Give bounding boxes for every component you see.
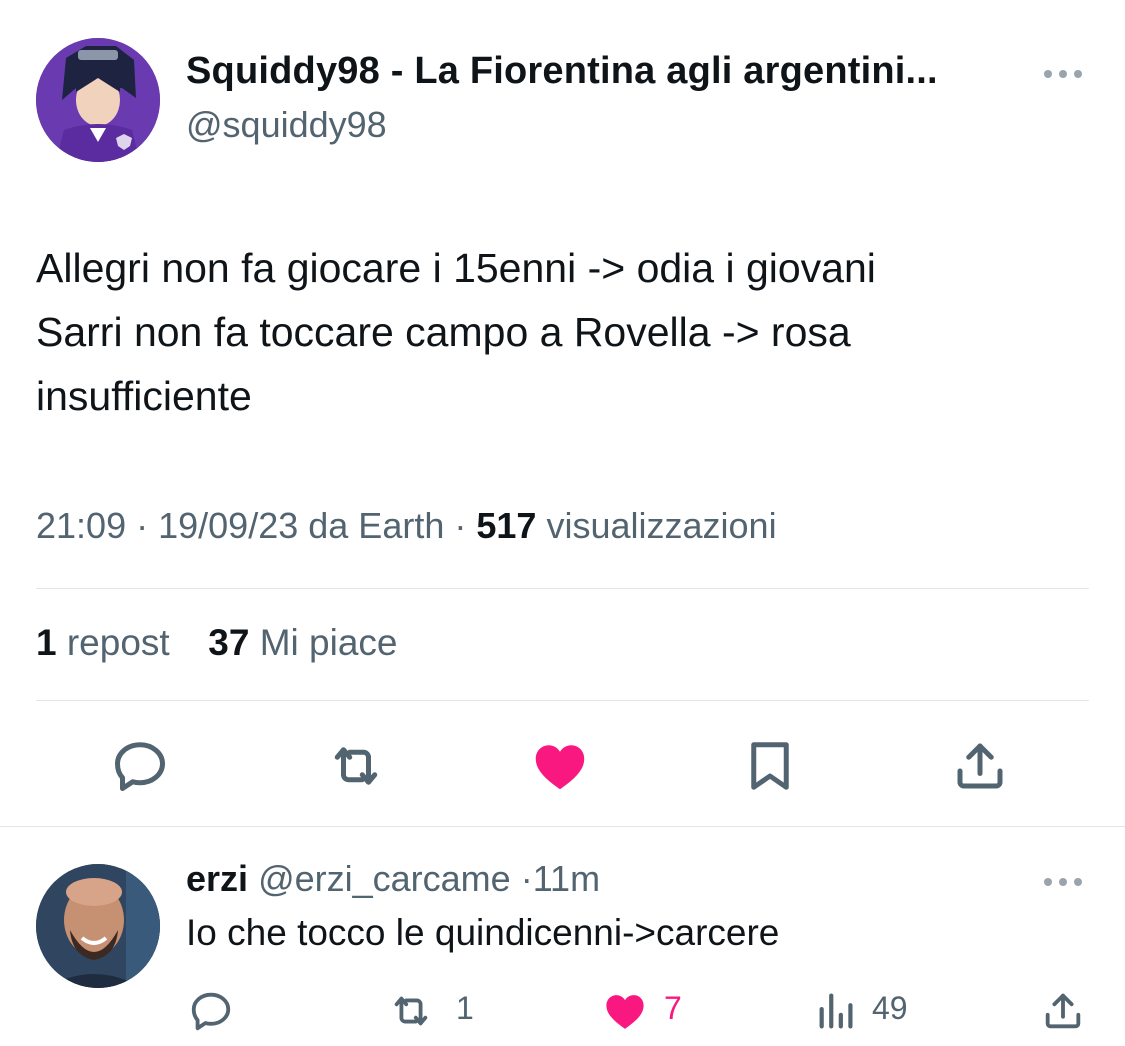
section-divider [0, 826, 1125, 827]
tweet-text-line: Sarri non fa toccare campo a Rovella -> … [36, 309, 851, 355]
views-label: visualizzazioni [546, 505, 777, 546]
author-avatar[interactable] [36, 38, 160, 162]
repost-icon[interactable] [388, 988, 434, 1034]
tweet-date[interactable]: 19/09/23 [158, 505, 298, 546]
reposts-count[interactable]: 1 [36, 622, 57, 663]
views-count: 517 [476, 505, 537, 546]
tweet-stats: 1 repost 37 Mi piace [36, 622, 397, 664]
reply-author-name[interactable]: erzi [186, 858, 248, 899]
author-handle[interactable]: @squiddy98 [186, 104, 387, 146]
bookmark-icon[interactable] [740, 736, 800, 796]
share-icon[interactable] [1040, 988, 1086, 1034]
share-icon[interactable] [950, 736, 1010, 796]
reply-author-handle[interactable]: @erzi_carcame [258, 858, 511, 899]
more-icon[interactable] [1040, 62, 1086, 86]
tweet-text: Allegri non fa giocare i 15enni -> odia … [36, 236, 1086, 428]
tweet-time[interactable]: 21:09 [36, 505, 126, 546]
reply-icon[interactable] [188, 988, 234, 1034]
reply-views-count: 49 [872, 990, 908, 1026]
reply-reposts-count: 1 [456, 990, 474, 1026]
tweet-text-line: Allegri non fa giocare i 15enni -> odia … [36, 245, 876, 291]
more-icon[interactable] [1040, 870, 1086, 894]
likes-count[interactable]: 37 [208, 622, 249, 663]
reposts-label[interactable]: repost [67, 622, 170, 663]
author-avatar-image [36, 38, 160, 162]
tweet-text-line: insufficiente [36, 373, 252, 419]
views-icon[interactable] [814, 988, 860, 1034]
tweet-source: da Earth [308, 505, 445, 546]
reply-likes-count: 7 [664, 990, 682, 1026]
reply-icon[interactable] [110, 736, 170, 796]
tweet-meta: 21:09 · 19/09/23 da Earth · 517 visualiz… [36, 505, 777, 546]
like-icon[interactable] [602, 988, 648, 1034]
repost-icon[interactable] [326, 736, 386, 796]
likes-label[interactable]: Mi piace [260, 622, 398, 663]
reply-header: erzi @erzi_carcame ·11m [186, 858, 601, 899]
reply-time[interactable]: 11m [533, 858, 600, 899]
author-name[interactable]: Squiddy98 - La Fiorentina agli argentini… [186, 50, 938, 93]
divider [36, 700, 1089, 701]
like-icon[interactable] [530, 736, 590, 796]
reply-text: Io che tocco le quindicenni->carcere [186, 912, 780, 953]
reply-avatar-image [36, 864, 160, 988]
divider [36, 588, 1089, 589]
reply-avatar[interactable] [36, 864, 160, 988]
